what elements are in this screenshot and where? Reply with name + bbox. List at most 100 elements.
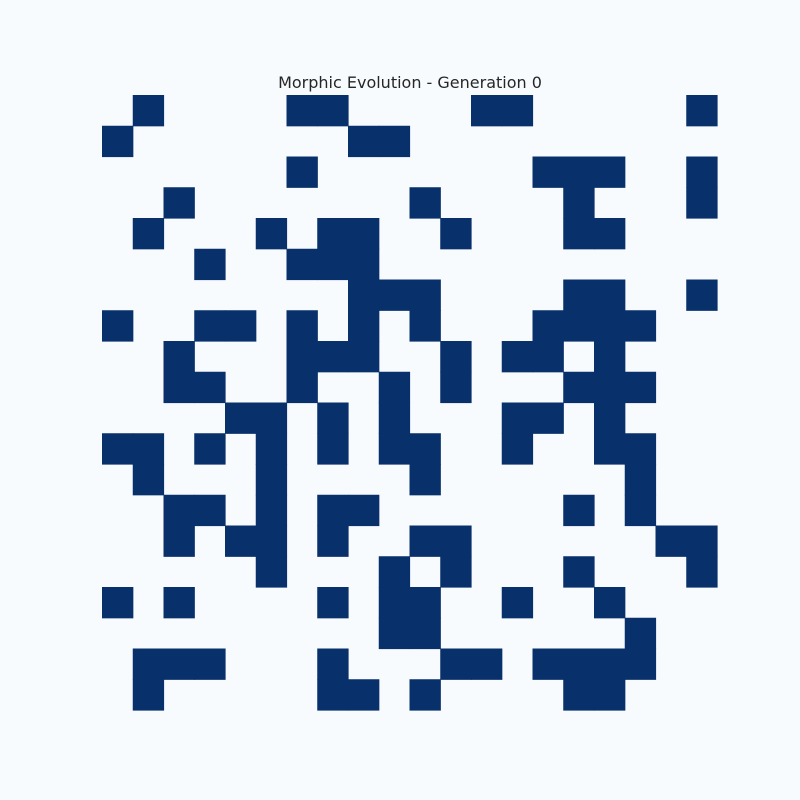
cell-r8-c16 [594,341,626,373]
cell-r7-c16 [594,310,626,342]
cell-r14-c11 [440,525,472,557]
cell-r14-c7 [317,525,349,557]
cell-r19-c1 [132,679,165,711]
cell-r13-c5 [255,494,288,527]
cell-r3-c15 [563,187,595,219]
cell-r17-c10 [409,617,441,650]
cell-r14-c4 [225,525,257,557]
cell-r7-c6 [286,310,318,342]
cell-r3-c2 [163,187,195,219]
cell-r13-c15 [563,494,595,527]
cell-r11-c16 [594,433,626,465]
cell-r9-c2 [163,371,195,404]
cell-r9-c16 [594,371,626,404]
cell-r16-c2 [163,587,195,619]
cell-r14-c10 [409,525,441,557]
cell-r7-c15 [563,310,595,342]
cell-r5-c3 [194,248,226,281]
cell-r13-c3 [194,494,226,527]
cell-r18-c15 [563,648,595,680]
heatmap-figure: Morphic Evolution - Generation 0 [0,0,800,800]
cell-r1-c8 [348,125,380,158]
cell-r12-c1 [132,464,165,496]
cell-r8-c14 [532,341,564,373]
cell-r6-c10 [409,279,441,311]
cell-r10-c13 [501,402,534,434]
cell-r13-c2 [163,494,195,527]
cell-r19-c8 [348,679,380,711]
cell-r15-c15 [563,556,595,588]
cell-r14-c5 [255,525,288,557]
cell-r0-c6 [286,95,318,127]
cell-r18-c14 [532,648,564,680]
cell-r11-c9 [378,433,411,465]
cell-r2-c19 [686,156,718,188]
cell-r1-c0 [102,125,134,158]
cell-r11-c5 [255,433,288,465]
cell-r15-c5 [255,556,288,588]
cell-r11-c7 [317,433,349,465]
cell-r10-c9 [378,402,411,434]
cell-r6-c15 [563,279,595,311]
cell-r5-c8 [348,248,380,281]
cell-r7-c0 [102,310,134,342]
cell-r14-c19 [686,525,718,557]
cell-r7-c4 [225,310,257,342]
cell-r2-c14 [532,156,564,188]
cell-r3-c19 [686,187,718,219]
cell-r7-c8 [348,310,380,342]
cell-r11-c13 [501,433,534,465]
heatmap-grid [102,95,718,711]
cell-r18-c1 [132,648,165,680]
cell-r8-c6 [286,341,318,373]
cell-r0-c13 [501,95,534,127]
cell-r16-c7 [317,587,349,619]
cell-r13-c8 [348,494,380,527]
cell-r0-c19 [686,95,718,127]
cell-r9-c3 [194,371,226,404]
cell-r16-c9 [378,587,411,619]
chart-title: Morphic Evolution - Generation 0 [278,73,542,92]
cell-r14-c18 [655,525,687,557]
cell-r5-c6 [286,248,318,281]
cell-r4-c11 [440,218,472,250]
cell-r4-c1 [132,218,165,250]
cell-r9-c15 [563,371,595,404]
cell-r8-c2 [163,341,195,373]
cell-r10-c5 [255,402,288,434]
cell-r12-c17 [624,464,657,496]
cell-r13-c7 [317,494,349,527]
cell-r18-c2 [163,648,195,680]
cell-r11-c17 [624,433,657,465]
cell-r0-c12 [471,95,503,127]
cell-r0-c7 [317,95,349,127]
cell-r17-c9 [378,617,411,650]
cell-r8-c7 [317,341,349,373]
cell-r9-c9 [378,371,411,404]
cell-r15-c9 [378,556,411,588]
cell-r11-c1 [132,433,165,465]
cell-r16-c0 [102,587,134,619]
cell-r8-c13 [501,341,534,373]
cell-r18-c3 [194,648,226,680]
cell-r4-c8 [348,218,380,250]
cell-r5-c7 [317,248,349,281]
cell-r3-c10 [409,187,441,219]
cell-r18-c16 [594,648,626,680]
cell-r18-c11 [440,648,472,680]
cell-r16-c16 [594,587,626,619]
cell-r10-c14 [532,402,564,434]
cell-r4-c5 [255,218,288,250]
cell-r13-c17 [624,494,657,527]
cell-r6-c8 [348,279,380,311]
cell-r10-c4 [225,402,257,434]
cell-r8-c8 [348,341,380,373]
cell-r9-c17 [624,371,657,404]
cell-r7-c14 [532,310,564,342]
cell-r7-c3 [194,310,226,342]
cell-r4-c15 [563,218,595,250]
cell-r15-c19 [686,556,718,588]
cell-r12-c5 [255,464,288,496]
cell-r17-c17 [624,617,657,650]
cell-r18-c17 [624,648,657,680]
